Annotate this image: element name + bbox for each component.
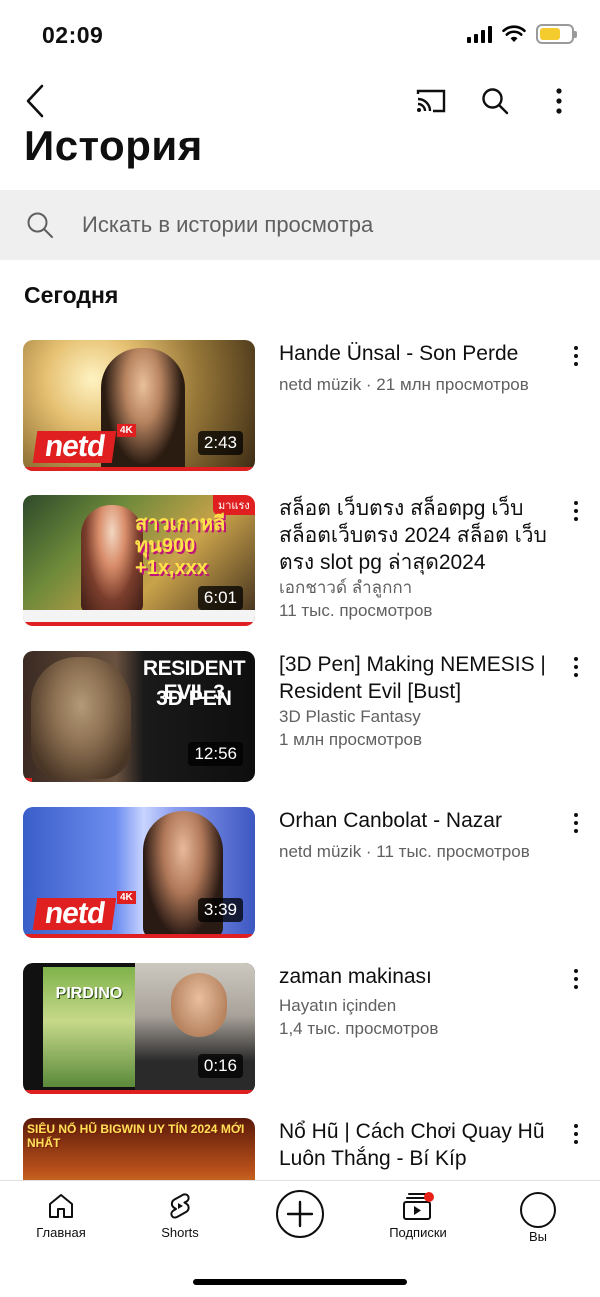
netd-logo: netd bbox=[32, 430, 117, 463]
thumb-subheadline: 3D PEN bbox=[156, 687, 232, 710]
nav-shorts[interactable]: Shorts bbox=[130, 1191, 230, 1240]
search-icon bbox=[27, 212, 53, 238]
video-channel: เอกชาวด์ ลำลูกกา bbox=[279, 578, 413, 597]
video-more-button[interactable] bbox=[566, 811, 586, 835]
nav-label: Главная bbox=[36, 1225, 86, 1240]
video-meta: Hande Ünsal - Son Perde netd müzik · 21 … bbox=[279, 340, 564, 396]
nav-label: Вы bbox=[528, 1229, 547, 1244]
video-duration: 0:16 bbox=[197, 1054, 243, 1078]
chevron-left-icon bbox=[26, 84, 44, 118]
nav-you[interactable]: Вы bbox=[488, 1191, 588, 1244]
nav-label: Подписки bbox=[389, 1225, 447, 1240]
video-views: 1 млн просмотров bbox=[279, 730, 423, 749]
watch-progress-bar bbox=[23, 467, 255, 471]
cast-icon bbox=[416, 89, 446, 113]
video-thumbnail[interactable]: netd 4K 2:43 bbox=[23, 340, 255, 471]
video-meta: Orhan Canbolat - Nazar netd müzik · 11 т… bbox=[279, 807, 564, 863]
list-item[interactable]: netd 4K 3:39 Orhan Canbolat - Nazar netd… bbox=[0, 807, 600, 939]
watch-progress-bar bbox=[23, 622, 255, 626]
search-placeholder: Искать в истории просмотра bbox=[82, 212, 374, 237]
thumb-headline: PIRDINO bbox=[55, 985, 123, 1002]
video-views: 1,4 тыс. просмотров bbox=[279, 1019, 439, 1038]
home-icon bbox=[49, 1194, 73, 1218]
video-duration: 12:56 bbox=[188, 742, 243, 766]
4k-badge: 4K bbox=[117, 891, 136, 904]
more-options-button[interactable] bbox=[536, 78, 582, 124]
video-title[interactable]: สล็อต เว็บตรง สล็อตpg เว็บ สล็อตเว็บตรง … bbox=[279, 495, 564, 576]
video-title[interactable]: Nổ Hũ | Cách Chơi Quay Hũ Luôn Thắng - B… bbox=[279, 1118, 564, 1172]
video-channel: Hayatın içinden bbox=[279, 996, 397, 1015]
signal-icon bbox=[467, 25, 492, 43]
video-title[interactable]: zaman makinası bbox=[279, 963, 564, 990]
nav-label: Shorts bbox=[161, 1225, 199, 1240]
cast-button[interactable] bbox=[408, 78, 454, 124]
list-item[interactable]: RESIDENT EVIL 3 3D PEN 12:56 [3D Pen] Ma… bbox=[0, 651, 600, 783]
section-title: Сегодня bbox=[24, 282, 119, 308]
video-meta: สล็อต เว็บตรง สล็อตpg เว็บ สล็อตเว็บตรง … bbox=[279, 495, 564, 622]
video-more-button[interactable] bbox=[566, 499, 586, 523]
more-vertical-icon bbox=[556, 88, 562, 114]
video-meta: zaman makinası Hayatın içinden 1,4 тыс. … bbox=[279, 963, 564, 1040]
search-button[interactable] bbox=[472, 78, 518, 124]
video-title[interactable]: Hande Ünsal - Son Perde bbox=[279, 340, 564, 367]
watch-progress-bar bbox=[23, 778, 33, 782]
video-more-button[interactable] bbox=[566, 1122, 586, 1146]
video-title[interactable]: [3D Pen] Making NEMESIS | Resident Evil … bbox=[279, 651, 564, 705]
page-title: История bbox=[24, 122, 203, 169]
4k-badge: 4K bbox=[117, 424, 136, 437]
watch-progress-bar bbox=[23, 934, 255, 938]
thumb-headline: SIÊU NỔ HŨ BIGWIN UY TÍN 2024 MỚI NHẤT bbox=[27, 1122, 245, 1150]
profile-icon bbox=[520, 1192, 556, 1228]
nav-create[interactable] bbox=[250, 1189, 350, 1239]
search-icon bbox=[482, 88, 509, 115]
video-thumbnail[interactable]: RESIDENT EVIL 3 3D PEN 12:56 bbox=[23, 651, 255, 782]
status-time: 02:09 bbox=[42, 22, 104, 48]
status-bar: 02:09 bbox=[0, 0, 600, 70]
video-title[interactable]: Orhan Canbolat - Nazar bbox=[279, 807, 564, 834]
video-thumbnail[interactable]: netd 4K 3:39 bbox=[23, 807, 255, 938]
video-thumbnail[interactable]: PIRDINO 0:16 bbox=[23, 963, 255, 1094]
shorts-icon bbox=[170, 1193, 190, 1219]
back-button[interactable] bbox=[12, 78, 58, 124]
video-duration: 2:43 bbox=[197, 431, 243, 455]
video-channel: netd müzik · 21 млн просмотров bbox=[279, 375, 529, 394]
video-more-button[interactable] bbox=[566, 967, 586, 991]
video-thumbnail[interactable]: มาแรง สาวเกาหลี ทุน900 +1x,xxx 6:01 bbox=[23, 495, 255, 626]
video-views: 11 тыс. просмотров bbox=[279, 601, 433, 620]
wifi-icon bbox=[502, 25, 526, 42]
list-item[interactable]: PIRDINO 0:16 zaman makinası Hayatın için… bbox=[0, 963, 600, 1095]
video-duration: 3:39 bbox=[197, 898, 243, 922]
video-channel: 3D Plastic Fantasy bbox=[279, 707, 421, 726]
nav-subscriptions[interactable]: Подписки bbox=[368, 1191, 468, 1240]
subscriptions-icon bbox=[403, 1192, 434, 1220]
video-thumbnail[interactable]: SIÊU NỔ HŨ BIGWIN UY TÍN 2024 MỚI NHẤT bbox=[23, 1118, 255, 1180]
netd-logo: netd bbox=[32, 897, 117, 930]
battery-icon bbox=[536, 24, 577, 44]
video-channel: netd müzik · 11 тыс. просмотров bbox=[279, 842, 530, 861]
watch-progress-bar bbox=[23, 1090, 255, 1094]
video-more-button[interactable] bbox=[566, 655, 586, 679]
create-plus-icon bbox=[276, 1190, 324, 1238]
list-item[interactable]: netd 4K 2:43 Hande Ünsal - Son Perde net… bbox=[0, 340, 600, 472]
video-meta: Nổ Hũ | Cách Chơi Quay Hũ Luôn Thắng - B… bbox=[279, 1118, 564, 1172]
video-meta: [3D Pen] Making NEMESIS | Resident Evil … bbox=[279, 651, 564, 751]
video-more-button[interactable] bbox=[566, 344, 586, 368]
trending-badge: มาแรง bbox=[213, 495, 255, 515]
history-search-field[interactable]: Искать в истории просмотра bbox=[0, 190, 600, 260]
thumb-headline: สาวเกาหลี ทุน900 +1x,xxx bbox=[135, 513, 226, 579]
status-icons bbox=[467, 24, 577, 44]
video-duration: 6:01 bbox=[197, 586, 243, 610]
top-bar bbox=[0, 78, 600, 124]
list-item[interactable]: มาแรง สาวเกาหลี ทุน900 +1x,xxx 6:01 สล็อ… bbox=[0, 495, 600, 627]
list-item[interactable]: SIÊU NỔ HŨ BIGWIN UY TÍN 2024 MỚI NHẤT N… bbox=[0, 1118, 600, 1180]
nav-home[interactable]: Главная bbox=[11, 1191, 111, 1240]
home-indicator bbox=[193, 1279, 407, 1285]
